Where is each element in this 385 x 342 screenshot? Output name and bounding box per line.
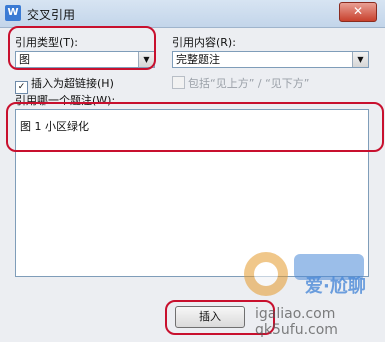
red-highlight-caption-list — [6, 102, 384, 152]
watermark-text-3: qk5ufu.com — [255, 322, 338, 338]
insert-hyperlink-label: 插入为超链接(H) — [31, 77, 114, 90]
app-icon: W — [5, 5, 21, 21]
window-title: 交叉引用 — [27, 8, 76, 22]
reference-content-label: 引用内容(R): — [172, 36, 236, 49]
insert-button[interactable]: 插入 — [175, 306, 245, 328]
chevron-down-icon: ▼ — [352, 52, 368, 67]
include-above-below-option: 包括“见上方” / “见下方” — [172, 75, 310, 91]
title-bar: W 交叉引用 ✕ — [0, 0, 385, 28]
close-button[interactable]: ✕ — [339, 2, 377, 22]
include-above-below-label: 包括“见上方” / “见下方” — [188, 77, 310, 90]
include-above-below-checkbox — [172, 76, 185, 89]
watermark-text-1: 爱·尬聊 — [305, 276, 366, 297]
reference-content-select[interactable]: 完整题注 ▼ — [172, 51, 369, 68]
red-highlight-reference-type — [8, 26, 156, 70]
watermark-text-2: igaliao.com — [255, 306, 336, 322]
reference-content-value: 完整题注 — [176, 53, 220, 66]
